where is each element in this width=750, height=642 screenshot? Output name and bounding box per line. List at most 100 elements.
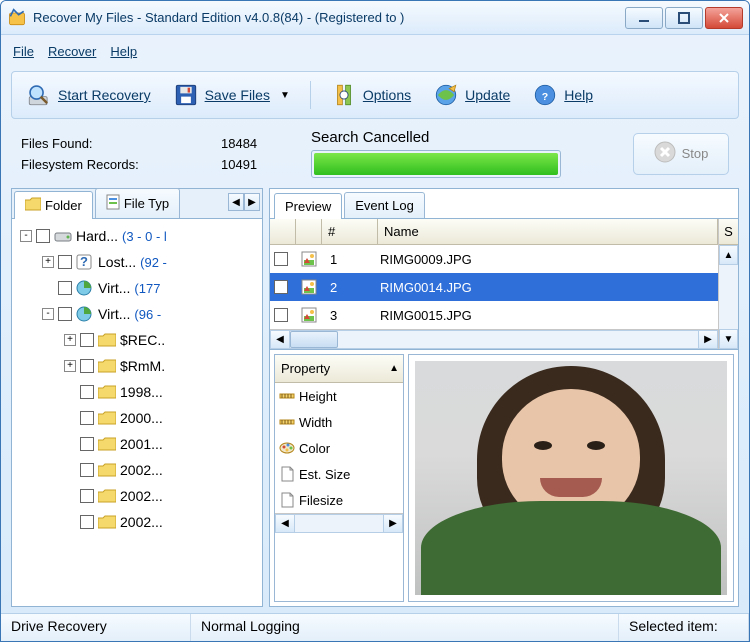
tree-checkbox[interactable] <box>36 229 50 243</box>
scroll-track[interactable] <box>290 330 698 349</box>
tree-row[interactable]: +$RmM. <box>14 353 260 379</box>
file-checkbox[interactable] <box>274 252 288 266</box>
tab-file-type[interactable]: File Typ <box>95 188 180 218</box>
tree-row[interactable]: +?Lost...(92 - <box>14 249 260 275</box>
tree-checkbox[interactable] <box>80 385 94 399</box>
folder-tree[interactable]: -Hard...(3 - 0 - l+?Lost...(92 -Virt...(… <box>12 219 262 606</box>
column-number[interactable]: # <box>322 219 378 244</box>
statusbar: Drive Recovery Normal Logging Selected i… <box>1 613 749 641</box>
tree-row[interactable]: 1998... <box>14 379 260 405</box>
scroll-left-button[interactable]: ◀ <box>270 330 290 349</box>
titlebar: Recover My Files - Standard Edition v4.0… <box>1 1 749 35</box>
tree-checkbox[interactable] <box>80 411 94 425</box>
file-checkbox[interactable] <box>274 280 288 294</box>
tree-checkbox[interactable] <box>58 281 72 295</box>
scroll-down-button[interactable]: ▼ <box>719 329 738 349</box>
prop-scroll-left[interactable]: ◀ <box>275 514 295 533</box>
maximize-button[interactable] <box>665 7 703 29</box>
file-rows[interactable]: 1RIMG0009.JPG2RIMG0014.JPG3RIMG0015.JPG <box>270 245 718 329</box>
tree-expander[interactable]: + <box>42 256 54 268</box>
tree-checkbox[interactable] <box>58 307 72 321</box>
tree-row[interactable]: - Virt... (96 - <box>14 301 260 327</box>
tree-count: (96 - <box>134 307 161 322</box>
horizontal-scrollbar[interactable]: ◀ ▶ <box>270 329 718 349</box>
tab-preview[interactable]: Preview <box>274 193 342 219</box>
tree-label: $REC.. <box>120 332 165 348</box>
folder-icon <box>98 436 116 452</box>
tree-checkbox[interactable] <box>80 359 94 373</box>
tree-row[interactable]: 2001... <box>14 431 260 457</box>
menu-file[interactable]: File <box>13 44 34 59</box>
property-label: Est. Size <box>299 467 350 482</box>
image-file-icon <box>301 279 317 295</box>
file-row[interactable]: 2RIMG0014.JPG <box>270 273 718 301</box>
column-name[interactable]: Name <box>378 219 718 244</box>
scroll-thumb[interactable] <box>290 331 338 348</box>
property-row[interactable]: Est. Size <box>275 461 403 487</box>
menu-recover[interactable]: Recover <box>48 44 96 59</box>
property-row[interactable]: Color <box>275 435 403 461</box>
stop-button[interactable]: Stop <box>633 133 729 175</box>
image-preview <box>408 354 734 602</box>
tree-row[interactable]: 2002... <box>14 457 260 483</box>
column-s[interactable]: S <box>719 219 738 245</box>
property-scrollbar[interactable]: ◀ ▶ <box>275 513 403 533</box>
options-button[interactable]: Options <box>325 78 417 112</box>
tree-row[interactable]: 2002... <box>14 483 260 509</box>
property-row[interactable]: Height <box>275 383 403 409</box>
tree-checkbox[interactable] <box>80 489 94 503</box>
tree-expander[interactable]: - <box>20 230 32 242</box>
tree-checkbox[interactable] <box>80 515 94 529</box>
left-panel: Folder File Typ ◀ ▶ -Hard...(3 - 0 - l+?… <box>11 188 263 607</box>
update-button[interactable]: Update <box>427 78 516 112</box>
file-row[interactable]: 1RIMG0009.JPG <box>270 245 718 273</box>
column-checkbox[interactable] <box>270 219 296 244</box>
tree-checkbox[interactable] <box>58 255 72 269</box>
tab-scroll-right[interactable]: ▶ <box>244 193 260 211</box>
file-row[interactable]: 3RIMG0015.JPG <box>270 301 718 329</box>
tab-scroll-left[interactable]: ◀ <box>228 193 244 211</box>
tree-expander[interactable]: + <box>64 334 76 346</box>
tree-count: (92 - <box>140 255 167 270</box>
tab-event-log[interactable]: Event Log <box>344 192 425 218</box>
save-files-button[interactable]: Save Files ▼ <box>167 78 296 112</box>
menu-help[interactable]: Help <box>110 44 137 59</box>
tree-expander[interactable]: - <box>42 308 54 320</box>
file-checkbox[interactable] <box>274 308 288 322</box>
scroll-up-button[interactable]: ▲ <box>719 245 738 265</box>
tree-checkbox[interactable] <box>80 463 94 477</box>
files-found-value: 18484 <box>221 136 291 151</box>
close-button[interactable] <box>705 7 743 29</box>
tree-row[interactable]: -Hard...(3 - 0 - l <box>14 223 260 249</box>
column-icon[interactable] <box>296 219 322 244</box>
scroll-right-button[interactable]: ▶ <box>698 330 718 349</box>
preview-photo <box>415 361 727 595</box>
stop-icon <box>654 141 676 166</box>
tab-filetype-label: File Typ <box>124 196 169 211</box>
prop-scroll-right[interactable]: ▶ <box>383 514 403 533</box>
property-header[interactable]: Property ▲ <box>275 355 403 383</box>
folder-icon <box>98 462 116 478</box>
tab-folder[interactable]: Folder <box>14 191 93 219</box>
tree-row[interactable]: 2000... <box>14 405 260 431</box>
tree-row[interactable]: 2002... <box>14 509 260 535</box>
tree-row[interactable]: Virt...(177 <box>14 275 260 301</box>
tree-checkbox[interactable] <box>80 333 94 347</box>
minimize-button[interactable] <box>625 7 663 29</box>
folder-tab-icon <box>25 197 41 214</box>
tree-label: Virt... <box>98 306 130 322</box>
start-recovery-button[interactable]: Start Recovery <box>20 78 157 112</box>
vertical-scrollbar[interactable]: S ▲ ▼ <box>718 219 738 349</box>
tree-label: 1998... <box>120 384 163 400</box>
tree-checkbox[interactable] <box>80 437 94 451</box>
file-number: 3 <box>322 308 378 323</box>
search-state-label: Search Cancelled <box>311 129 613 146</box>
tree-row[interactable]: + $REC.. <box>14 327 260 353</box>
help-button[interactable]: ? Help <box>526 78 599 112</box>
property-row[interactable]: Filesize <box>275 487 403 513</box>
tree-expander[interactable]: + <box>64 360 76 372</box>
window-title: Recover My Files - Standard Edition v4.0… <box>33 10 625 25</box>
property-row[interactable]: Width <box>275 409 403 435</box>
folder-icon <box>98 514 116 530</box>
file-name: RIMG0015.JPG <box>378 308 718 323</box>
